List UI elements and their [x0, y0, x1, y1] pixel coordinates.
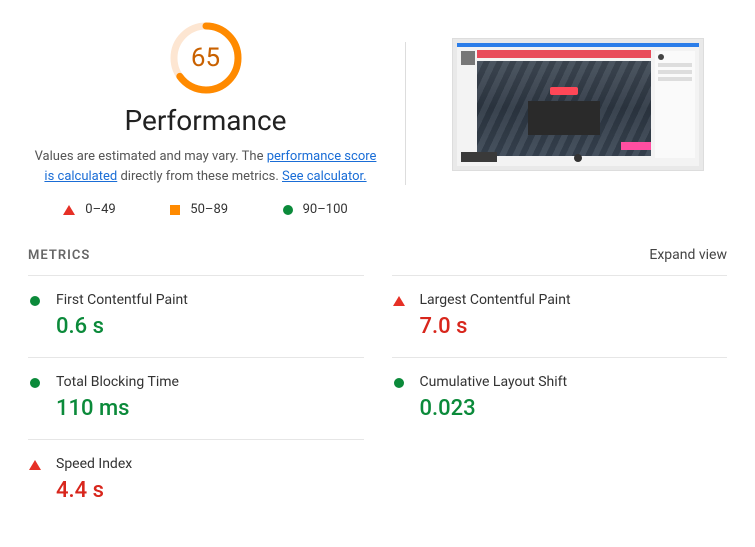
metric-value: 0.023	[420, 396, 568, 421]
legend-label: 50–89	[190, 202, 228, 217]
metric-name: Total Blocking Time	[56, 374, 179, 390]
see-calculator-link[interactable]: See calculator.	[282, 169, 367, 184]
metric-value: 7.0 s	[420, 314, 571, 339]
performance-score-value: 65	[168, 20, 244, 96]
metric-name: Largest Contentful Paint	[420, 292, 571, 308]
desc-text: Values are estimated and may vary. The	[35, 149, 267, 164]
performance-description: Values are estimated and may vary. The p…	[28, 147, 383, 186]
triangle-icon	[393, 296, 405, 306]
triangle-icon	[63, 205, 75, 215]
metrics-heading: METRICS	[28, 248, 90, 263]
legend-good: 90–100	[283, 202, 348, 217]
metric-fcp: First Contentful Paint 0.6 s	[28, 275, 364, 357]
score-legend: 0–49 50–89 90–100	[28, 202, 383, 217]
metric-si: Speed Index 4.4 s	[28, 439, 364, 521]
metric-cls: Cumulative Layout Shift 0.023	[392, 357, 728, 439]
circle-icon	[394, 378, 404, 388]
metric-value: 110 ms	[56, 396, 179, 421]
expand-view-toggle[interactable]: Expand view	[649, 247, 727, 263]
page-screenshot-thumbnail	[452, 38, 704, 171]
performance-title: Performance	[28, 104, 383, 137]
circle-icon	[283, 205, 293, 215]
circle-icon	[30, 378, 40, 388]
legend-label: 90–100	[303, 202, 348, 217]
metric-value: 0.6 s	[56, 314, 188, 339]
square-icon	[170, 205, 180, 215]
metric-tbt: Total Blocking Time 110 ms	[28, 357, 364, 439]
vertical-divider	[405, 42, 406, 185]
performance-score-gauge: 65	[168, 20, 244, 96]
legend-mid: 50–89	[170, 202, 228, 217]
circle-icon	[30, 296, 40, 306]
legend-poor: 0–49	[63, 202, 115, 217]
metric-lcp: Largest Contentful Paint 7.0 s	[392, 275, 728, 357]
metric-value: 4.4 s	[56, 478, 132, 503]
triangle-icon	[29, 460, 41, 470]
legend-label: 0–49	[85, 202, 115, 217]
metric-name: First Contentful Paint	[56, 292, 188, 308]
metric-name: Speed Index	[56, 456, 132, 472]
metric-name: Cumulative Layout Shift	[420, 374, 568, 390]
desc-text: directly from these metrics.	[117, 169, 282, 184]
